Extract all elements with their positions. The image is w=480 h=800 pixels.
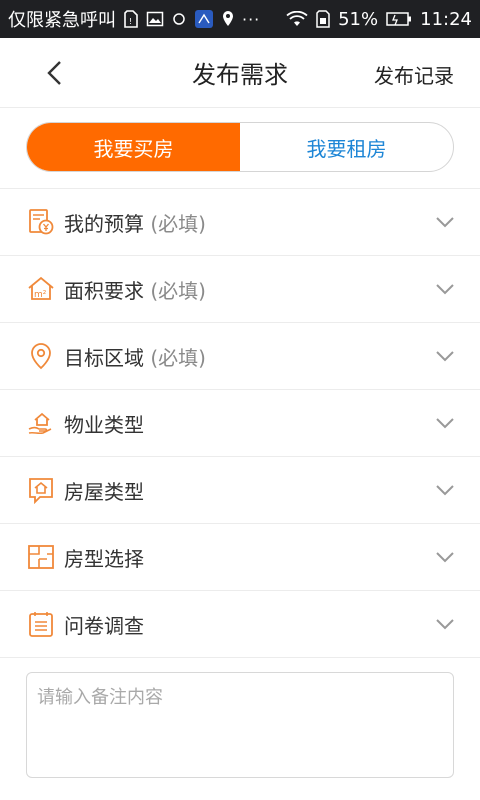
chevron-down-icon [434,546,456,568]
page-title: 发布需求 [192,61,288,89]
chevron-down-icon [434,211,456,233]
tab-buy[interactable]: 我要买房 [27,123,240,171]
mode-switch: 我要买房 我要租房 [26,122,454,172]
row-questionnaire[interactable]: 问卷调查 [0,591,480,658]
status-left: 仅限紧急呼叫 ! ··· [8,6,260,32]
app-notification-icon [194,9,214,29]
chevron-down-icon [434,613,456,635]
chevron-down-icon [434,412,456,434]
chevron-left-icon [47,61,61,85]
tab-rent[interactable]: 我要租房 [240,123,453,171]
budget-icon [26,207,56,237]
floor-plan-icon [26,542,56,572]
chevron-down-icon [434,345,456,367]
row-property-type[interactable]: 物业类型 [0,390,480,457]
row-region[interactable]: 目标区域 (必填) [0,323,480,390]
questionnaire-icon [26,609,56,639]
location-pin-icon [26,341,56,371]
app-header: 发布需求 发布记录 [0,38,480,108]
remark-textarea[interactable] [26,672,454,778]
wifi-icon [286,11,308,27]
status-bar: 仅限紧急呼叫 ! ··· 51% 11:24 [0,0,480,38]
clock: 11:24 [420,8,472,30]
status-right: 51% 11:24 [286,9,472,30]
row-house-type[interactable]: 房屋类型 [0,457,480,524]
area-icon: m² [26,274,56,304]
svg-text:m²: m² [34,290,47,300]
row-label: 房屋类型 [64,479,144,504]
sim-alert-icon: ! [124,10,138,28]
more-notifications-icon: ··· [242,9,261,29]
sim-card-icon [316,10,330,28]
battery-percent: 51% [338,8,379,30]
carrier-text: 仅限紧急呼叫 [8,10,116,31]
sync-circle-icon [172,12,186,26]
note-wrapper [0,658,480,782]
row-label: 面积要求 (必填) [64,278,206,303]
property-hand-house-icon [26,408,56,438]
house-type-icon [26,475,56,505]
image-icon [146,10,164,28]
row-floor-plan[interactable]: 房型选择 [0,524,480,591]
requirement-list: 我的预算 (必填) m² 面积要求 (必填) 目标区域 (必填) 物业类型 房屋… [0,188,480,658]
mode-switch-wrapper: 我要买房 我要租房 [0,108,480,172]
chevron-down-icon [434,278,456,300]
publish-history-link[interactable]: 发布记录 [374,60,454,89]
back-button[interactable] [36,55,72,91]
battery-icon [386,11,412,27]
location-icon [222,10,234,28]
row-label: 物业类型 [64,412,144,437]
row-label: 问卷调查 [64,613,144,638]
row-label: 房型选择 [64,546,144,571]
row-label: 目标区域 (必填) [64,345,206,370]
row-budget[interactable]: 我的预算 (必填) [0,189,480,256]
row-area[interactable]: m² 面积要求 (必填) [0,256,480,323]
row-label: 我的预算 (必填) [64,211,206,236]
svg-text:!: ! [129,17,132,26]
chevron-down-icon [434,479,456,501]
